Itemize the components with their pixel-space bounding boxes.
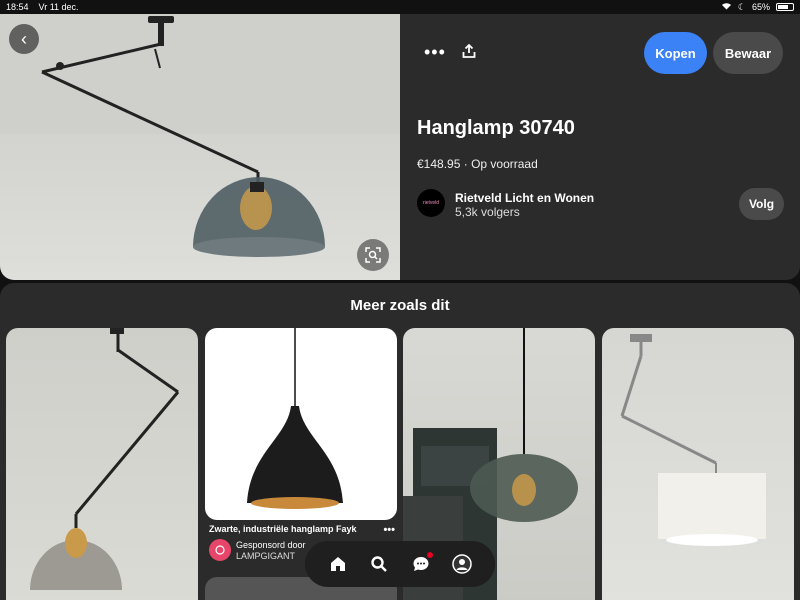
wifi-icon — [721, 2, 732, 12]
price: €148.95 — [417, 157, 461, 171]
sponsored-pin-title: Zwarte, industriële hanglamp Fayk — [209, 524, 357, 534]
store-followers: 5,3k volgers — [455, 205, 520, 219]
nav-messages[interactable] — [407, 550, 435, 578]
price-line: €148.95 · Op voorraad — [417, 157, 538, 171]
battery-icon — [776, 3, 794, 11]
store-logo-text: rietveld — [422, 200, 440, 206]
separator: · — [463, 157, 472, 171]
section-title: Meer zoals dit — [350, 297, 450, 314]
store-avatar[interactable]: rietveld — [417, 189, 445, 217]
pin-detail-card: ‹ ••• Kopen Bewaar Hanglamp 30740 €148.9… — [0, 14, 800, 280]
sponsored-pin-image[interactable] — [205, 328, 397, 520]
sponsored-label: Gesponsord door — [236, 540, 306, 550]
save-button[interactable]: Bewaar — [713, 32, 783, 74]
profile-icon — [452, 554, 472, 574]
lamp-image — [247, 328, 343, 509]
status-bar: 18:54 Vr 11 dec. ☾ 65% — [0, 0, 800, 14]
sponsor-brand[interactable]: LAMPGIGANT — [236, 551, 306, 562]
pin-image[interactable]: ‹ — [0, 14, 400, 280]
lamp-image — [30, 328, 180, 590]
related-pin[interactable] — [602, 328, 794, 600]
notification-dot — [426, 552, 433, 558]
messages-icon — [413, 557, 429, 571]
more-options-icon[interactable]: ••• — [424, 42, 446, 63]
nav-profile[interactable] — [448, 550, 476, 578]
lamp-image — [620, 334, 766, 546]
availability: Op voorraad — [471, 157, 538, 171]
bottom-navigation — [305, 541, 495, 587]
follow-button[interactable]: Volg — [739, 188, 784, 220]
visual-search-button[interactable] — [357, 239, 389, 271]
lens-icon — [365, 247, 381, 263]
search-icon — [371, 556, 388, 572]
pin-title: Hanglamp 30740 — [417, 117, 575, 139]
buy-button[interactable]: Kopen — [644, 32, 707, 74]
back-button[interactable]: ‹ — [9, 24, 39, 54]
chevron-left-icon: ‹ — [21, 28, 27, 49]
nav-search[interactable] — [365, 550, 393, 578]
sponsor-info: Gesponsord door LAMPGIGANT — [236, 540, 306, 562]
battery-percent: 65% — [751, 2, 770, 12]
lamp-illustration — [0, 14, 400, 257]
sponsor-avatar[interactable] — [209, 539, 231, 561]
nav-home[interactable] — [324, 550, 352, 578]
sponsored-pin-caption[interactable]: Zwarte, industriële hanglamp Fayk ••• — [209, 524, 395, 536]
related-pin[interactable] — [6, 328, 198, 600]
status-date: Vr 11 dec. — [38, 2, 79, 12]
lamp-logo-icon — [215, 545, 225, 555]
share-icon[interactable] — [462, 43, 476, 63]
pin-details: ••• Kopen Bewaar Hanglamp 30740 €148.95 … — [400, 14, 800, 280]
more-options-icon[interactable]: ••• — [383, 524, 395, 536]
store-name[interactable]: Rietveld Licht en Wonen — [455, 191, 594, 205]
home-icon — [330, 557, 345, 571]
status-time: 18:54 — [6, 2, 29, 12]
moon-icon: ☾ — [737, 1, 746, 12]
